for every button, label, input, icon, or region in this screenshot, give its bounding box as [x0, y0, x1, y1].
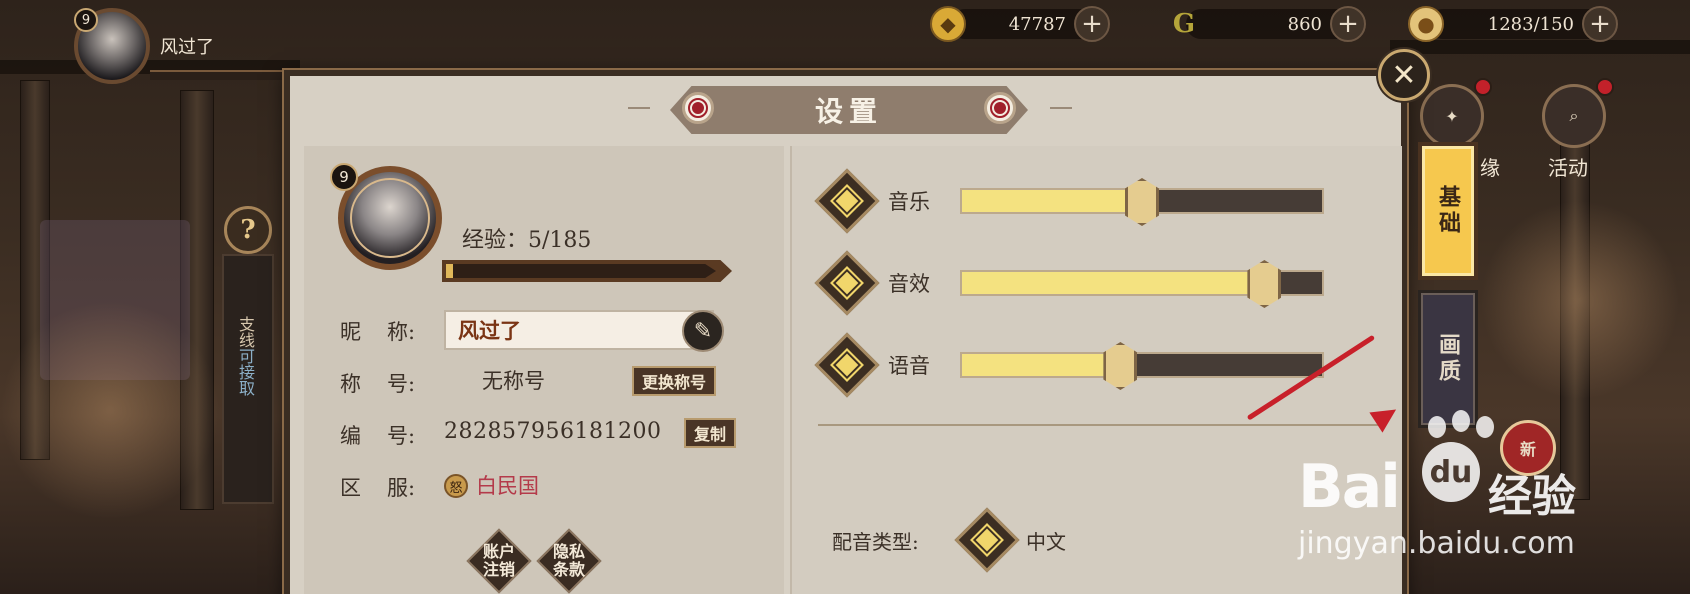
- title-label-a: 称: [340, 372, 361, 396]
- close-icon[interactable]: ✕: [1378, 49, 1430, 101]
- side-quest-label[interactable]: 支线可接取: [236, 316, 255, 396]
- ornament-icon: [984, 92, 1016, 124]
- server-label-a: 区: [340, 476, 361, 500]
- account-deletion-button[interactable]: 账户 注销: [466, 528, 532, 594]
- watermark-cn: 经验: [1488, 471, 1576, 522]
- music-toggle-icon[interactable]: [814, 168, 880, 234]
- coin-icon: ◆: [930, 6, 966, 42]
- sfx-label: 音效: [888, 272, 930, 296]
- dialog-title-ribbon: 设置: [670, 86, 1028, 134]
- resource-stamina: 1283/150 ● +: [1408, 6, 1618, 42]
- music-label: 音乐: [888, 190, 930, 214]
- sfx-slider-fill: [962, 272, 1265, 294]
- sfx-toggle-icon[interactable]: [814, 250, 880, 316]
- music-slider-handle[interactable]: [1125, 178, 1159, 226]
- resource-energy: 860 G +: [1166, 6, 1366, 42]
- voice-slider-handle[interactable]: [1103, 342, 1138, 390]
- settings-dialog: 设置 9 经验：5/185 昵称: 风过了 ✎ 称号: 无称号 更换称号 编号:…: [284, 70, 1407, 594]
- music-slider-fill: [962, 190, 1142, 212]
- nickname-label: 昵 称:: [340, 316, 415, 346]
- privacy-terms-button[interactable]: 隐私 条款: [536, 528, 602, 594]
- side-partial-label: 缘: [1480, 156, 1500, 180]
- change-title-button[interactable]: 更换称号: [632, 366, 717, 396]
- copy-id-button[interactable]: 复制: [684, 418, 737, 448]
- server-label-b: 服:: [387, 476, 416, 500]
- id-label: 编 号:: [340, 420, 415, 450]
- add-coins-button[interactable]: +: [1074, 6, 1110, 42]
- activity-notification-dot: [1596, 78, 1614, 96]
- quest-line2: 可接取: [236, 348, 255, 396]
- id-label-a: 编: [340, 424, 361, 448]
- resource-coins: 47787 ◆ +: [930, 6, 1110, 42]
- player-name: 风过了: [160, 37, 214, 58]
- sfx-slider[interactable]: [960, 260, 1324, 308]
- voice-slider-fill: [962, 354, 1121, 376]
- title-ornament-line-left: [628, 107, 650, 109]
- title-label: 称 号:: [340, 368, 415, 398]
- quest-line1: 支线: [236, 316, 255, 348]
- title-ornament-line-right: [1050, 107, 1072, 109]
- divider: [818, 424, 1378, 426]
- activity-label: 活动: [1548, 156, 1588, 180]
- ornament-icon: [682, 92, 714, 124]
- nickname-label-a: 昵: [340, 320, 361, 344]
- avatar[interactable]: 9: [74, 8, 150, 84]
- nickname-value: 风过了: [458, 318, 521, 343]
- dialog-title: 设置: [814, 95, 883, 128]
- exp-bar-track: [446, 264, 716, 278]
- title-label-b: 号:: [387, 372, 416, 396]
- nickname-label-b: 称:: [387, 320, 416, 344]
- privacy-button-line1: 隐私: [552, 542, 585, 561]
- server-label: 区 服:: [340, 472, 415, 502]
- watermark-url: jingyan.baidu.com: [1298, 526, 1575, 561]
- watermark-du: du: [1422, 442, 1480, 502]
- nickname-field[interactable]: 风过了: [444, 310, 714, 350]
- voice-slider[interactable]: [960, 342, 1324, 390]
- level-badge: 9: [74, 8, 98, 32]
- watermark-brand: Bai: [1298, 452, 1401, 522]
- voice-type-radio-icon[interactable]: [954, 507, 1020, 573]
- tab-quality[interactable]: 画质: [1418, 290, 1478, 428]
- player-id: 282857956181200: [444, 419, 662, 444]
- voice-type-label: 配音类型:: [832, 530, 919, 554]
- edit-nickname-pen-icon[interactable]: ✎: [682, 310, 724, 352]
- add-energy-button[interactable]: +: [1330, 6, 1366, 42]
- account-button-line2: 注销: [482, 560, 515, 579]
- exp-bar: [442, 260, 732, 282]
- id-label-b: 号:: [387, 424, 416, 448]
- voice-toggle-icon[interactable]: [814, 332, 880, 398]
- add-stamina-button[interactable]: +: [1582, 6, 1618, 42]
- chick-icon: ●: [1408, 6, 1444, 42]
- quest-icon[interactable]: ?: [224, 206, 272, 254]
- energy-icon: G: [1172, 9, 1196, 39]
- music-slider[interactable]: [960, 178, 1324, 226]
- server-value: 白民国: [476, 474, 539, 498]
- tab-basic[interactable]: 基础: [1418, 142, 1478, 280]
- server-emblem-icon: 怒: [444, 474, 468, 498]
- activity-icon[interactable]: ⌕: [1542, 84, 1606, 148]
- account-button-line1: 账户: [482, 542, 515, 561]
- bond-icon[interactable]: ✦: [1420, 84, 1484, 148]
- baidu-watermark: Bai du 经验 jingyan.baidu.com: [1298, 410, 1658, 586]
- privacy-button-line2: 条款: [552, 560, 585, 579]
- exp-label: 经验：5/185: [462, 228, 592, 253]
- title-value: 无称号: [482, 369, 545, 393]
- notification-dot: [1474, 78, 1492, 96]
- sfx-slider-handle[interactable]: [1247, 260, 1282, 308]
- profile-level-badge: 9: [330, 163, 358, 191]
- voice-label: 语音: [888, 354, 930, 378]
- exp-bar-fill: [446, 264, 454, 278]
- voice-type-value: 中文: [1026, 530, 1066, 554]
